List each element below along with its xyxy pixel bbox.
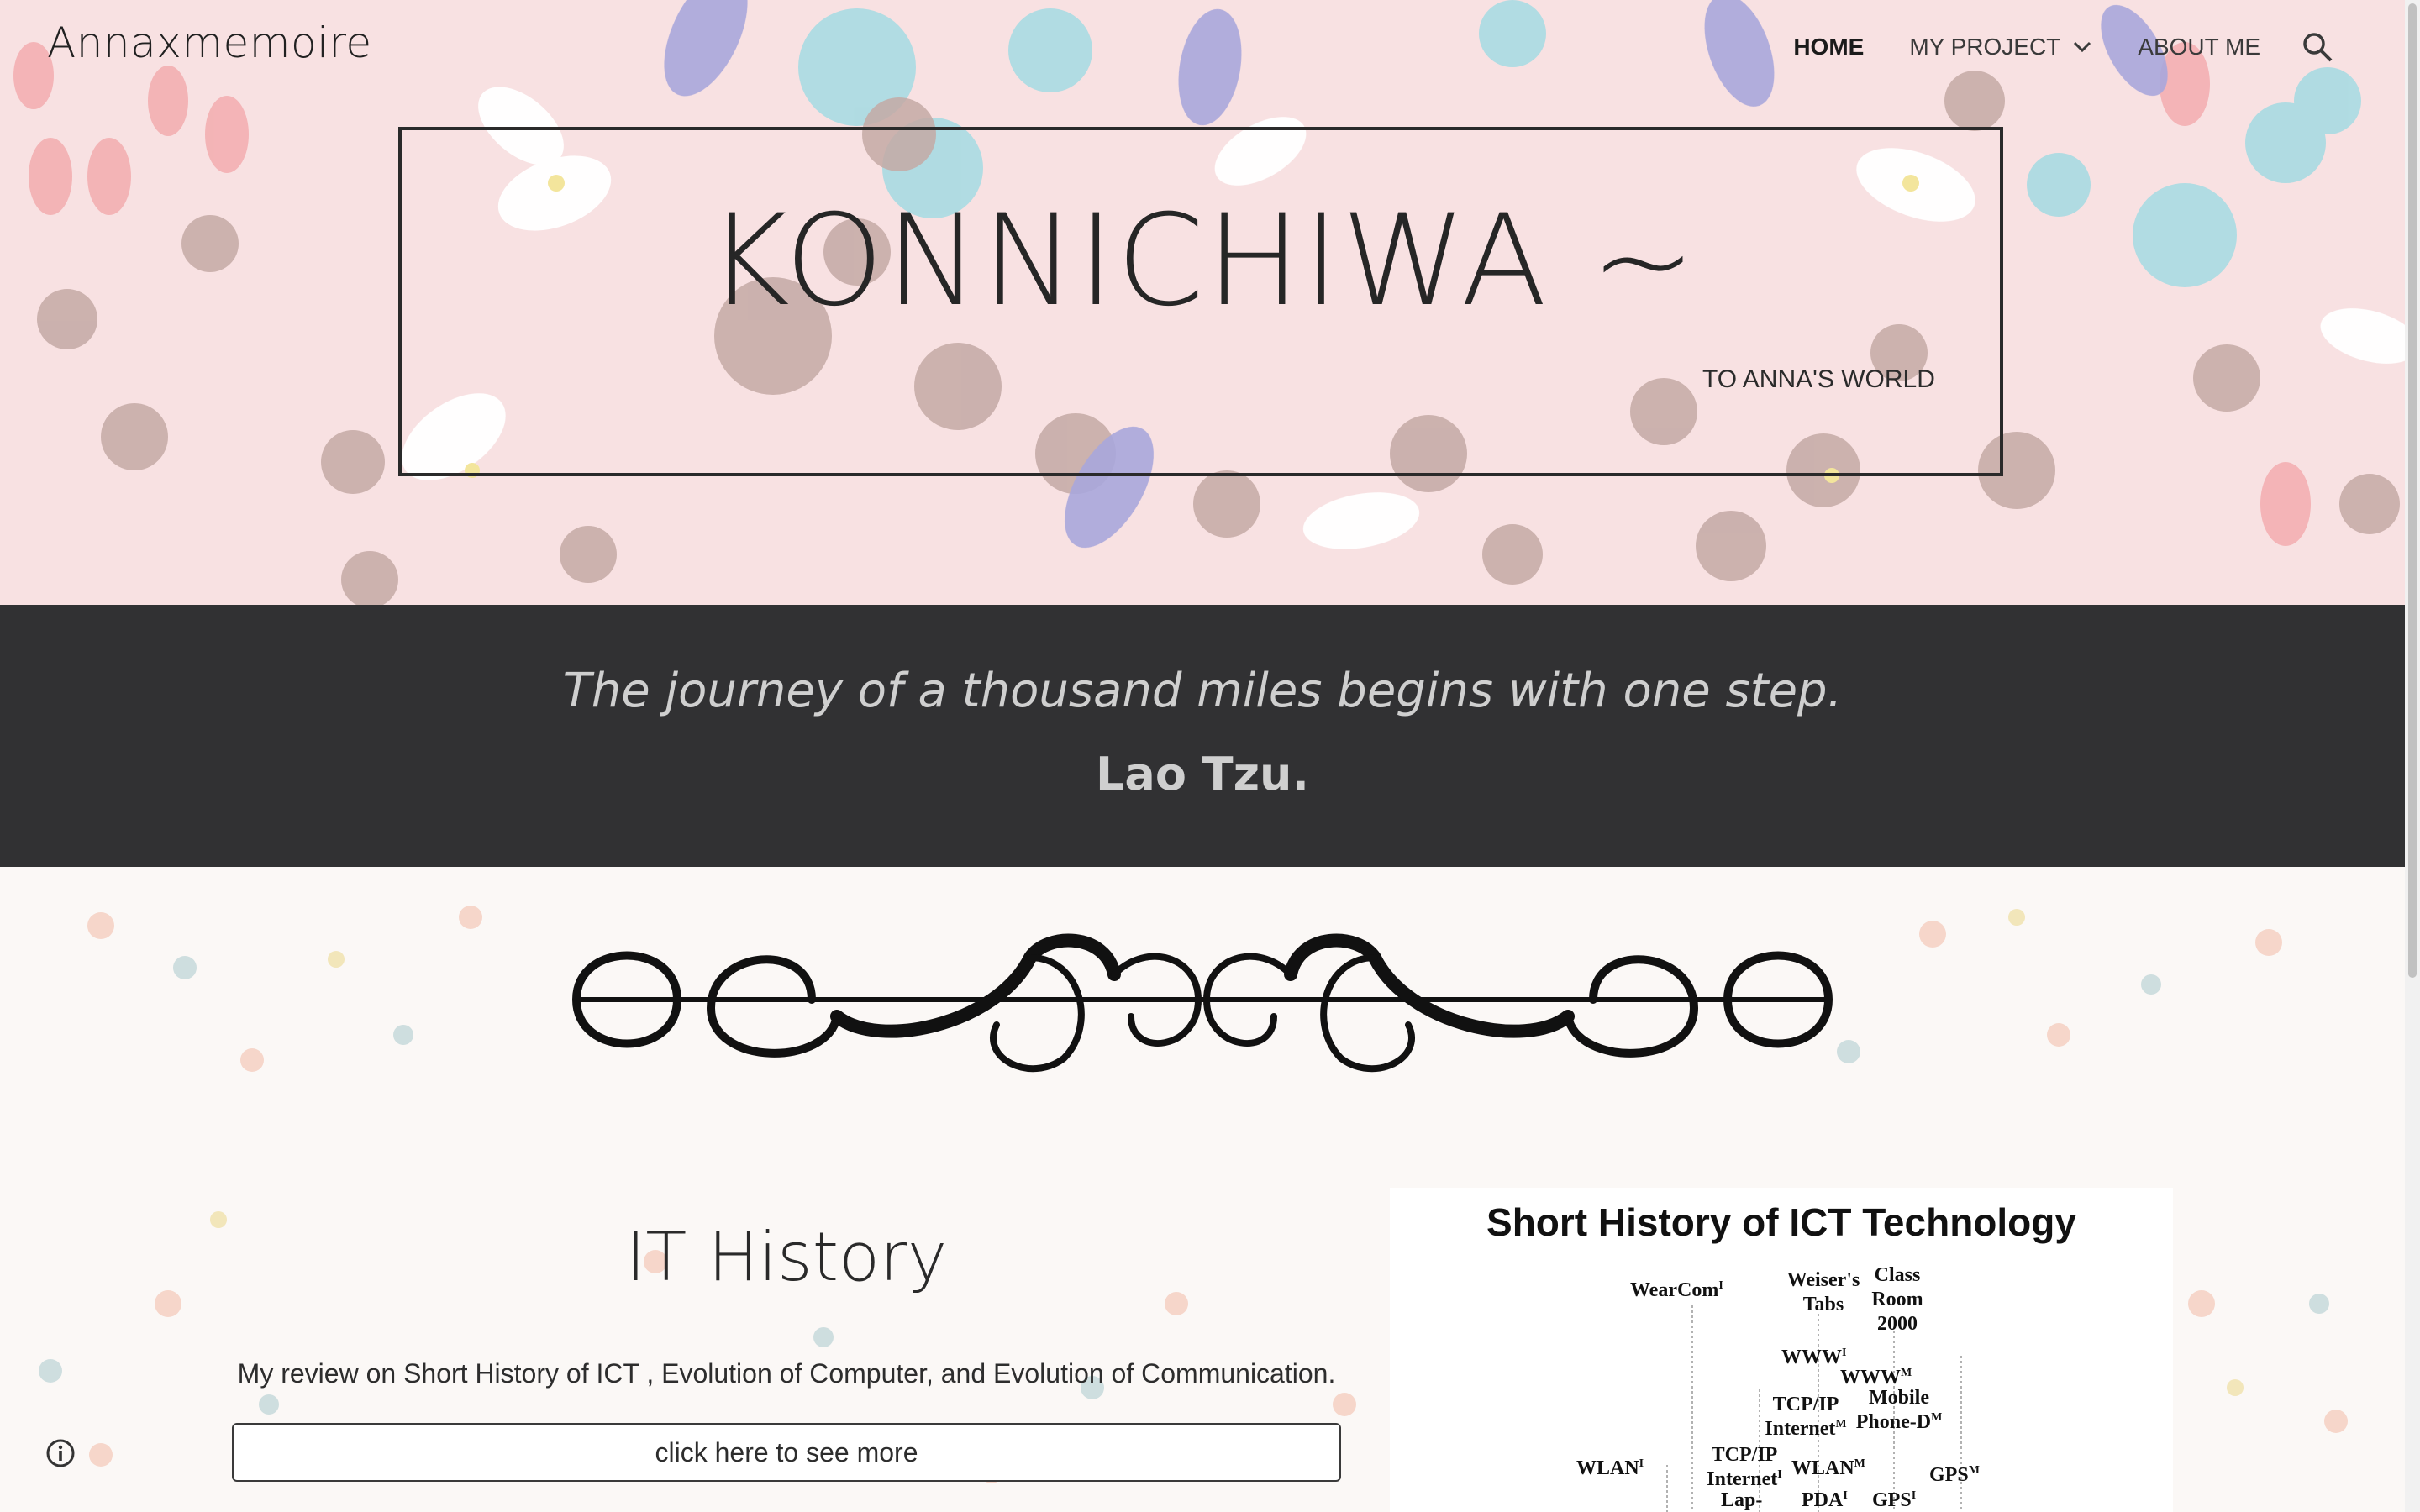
nav-item-label: MY PROJECT bbox=[1909, 34, 2061, 60]
nav-item-home[interactable]: HOME bbox=[1793, 34, 1864, 60]
chevron-down-icon[interactable] bbox=[2072, 40, 2092, 54]
ict-label: WLANM bbox=[1791, 1457, 1865, 1479]
ict-label: WLANI bbox=[1576, 1457, 1644, 1479]
nav-item-my-project[interactable]: MY PROJECT bbox=[1909, 34, 2092, 60]
ict-history-image: Short History of ICT Technology WearComI… bbox=[1390, 1188, 2173, 1512]
section-title: IT History bbox=[625, 1218, 948, 1296]
ict-label: Class Room 2000 bbox=[1871, 1264, 1923, 1335]
see-more-button[interactable]: click here to see more bbox=[232, 1423, 1341, 1482]
main-nav: HOME MY PROJECT ABOUT ME bbox=[1748, 30, 2334, 64]
nav-item-label: ABOUT ME bbox=[2138, 34, 2260, 60]
nav-item-label: HOME bbox=[1793, 34, 1865, 60]
quote-text: The journey of a thousand miles begins w… bbox=[562, 664, 1843, 718]
info-icon[interactable] bbox=[45, 1438, 76, 1468]
ict-label: TCP/IP InternetI bbox=[1707, 1444, 1782, 1490]
top-navigation-bar: Annaxmemoire HOME MY PROJECT ABOUT ME bbox=[0, 0, 2405, 92]
quote-author: Lao Tzu. bbox=[1096, 748, 1309, 801]
search-icon[interactable] bbox=[2301, 30, 2334, 64]
ict-label: Mobile Phone-DM bbox=[1855, 1387, 1943, 1433]
hero-subheading: TO ANNA'S WORLD bbox=[1702, 365, 1935, 393]
ict-label: WearComI bbox=[1630, 1279, 1723, 1301]
ict-label: Weiser's Tabs bbox=[1786, 1269, 1860, 1315]
ict-label: WWWI bbox=[1781, 1347, 1847, 1368]
ict-label: GPSM bbox=[1929, 1464, 1980, 1486]
hero-banner: Annaxmemoire HOME MY PROJECT ABOUT ME KO… bbox=[0, 0, 2405, 605]
site-title[interactable]: Annaxmemoire bbox=[47, 18, 372, 67]
section-description: My review on Short History of ICT , Evol… bbox=[237, 1358, 1336, 1389]
hero-heading: KONNICHIWA ~ bbox=[707, 188, 1698, 334]
ict-label: Lap- bbox=[1721, 1489, 1763, 1511]
scrollbar-thumb[interactable] bbox=[2408, 3, 2417, 978]
ornamental-divider bbox=[571, 933, 1833, 1073]
quote-section bbox=[0, 605, 2405, 867]
nav-item-about-me[interactable]: ABOUT ME bbox=[2138, 34, 2260, 60]
ict-label: TCP/IP InternetM bbox=[1765, 1394, 1847, 1440]
ict-label: PDAI bbox=[1802, 1489, 1848, 1511]
ict-label: GPSI bbox=[1872, 1489, 1917, 1511]
